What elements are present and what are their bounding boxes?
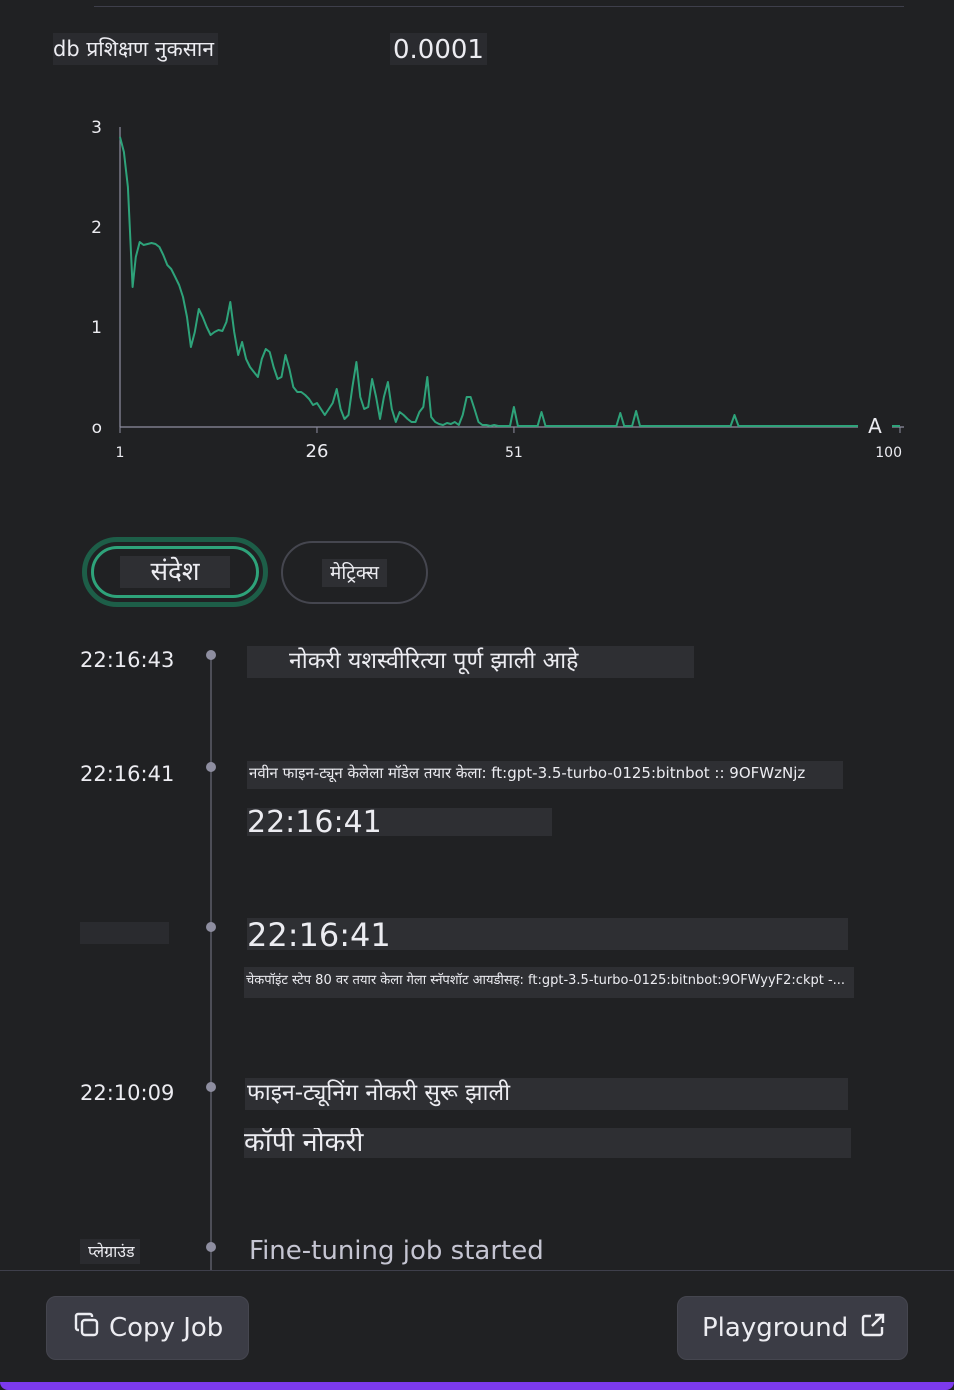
x-tick-label: 100 (875, 445, 902, 461)
tab-messages-label: संदेश (120, 556, 230, 588)
timeline-dot (206, 1082, 216, 1092)
event-message: नवीन फाइन-ट्यून केलेला मॉडेल तयार केला: … (247, 761, 843, 789)
x-tick-label: 26 (306, 441, 329, 462)
copy-job-label: Copy Job (109, 1313, 224, 1343)
event-message: नोकरी यशस्वीरित्या पूर्ण झाली आहे (247, 646, 694, 678)
event-time (80, 922, 169, 944)
event-message: Fine-tuning job started (249, 1236, 544, 1266)
metric-value: 0.0001 (390, 33, 487, 65)
tab-metrics[interactable]: मेट्रिक्स (281, 541, 428, 604)
event-message: फाइन-ट्यूनिंग नोकरी सुरू झाली (245, 1078, 848, 1110)
y-tick-label: 2 (91, 218, 102, 238)
x-tick-label: 51 (505, 445, 523, 461)
event-copy-text: कॉपी नोकरी (244, 1128, 851, 1158)
y-tick-label: 3 (91, 118, 102, 138)
timeline-dot (206, 762, 216, 772)
external-link-icon (860, 1312, 886, 1345)
timeline-dot (206, 650, 216, 660)
event-time: 22:16:41 (80, 762, 175, 786)
copy-job-button[interactable]: Copy Job (46, 1296, 249, 1360)
timeline-line (210, 652, 212, 1272)
timeline-dot (206, 1242, 216, 1252)
timeline-dot (206, 922, 216, 932)
marker-label: A (868, 414, 882, 438)
playground-button[interactable]: Playground (677, 1296, 908, 1360)
top-divider (94, 6, 904, 7)
metric-label: db प्रशिक्षण नुकसान (53, 33, 218, 65)
x-tick-label: 1 (116, 445, 125, 461)
event-time: 22:10:09 (80, 1081, 175, 1105)
event-time: 22:16:43 (80, 648, 175, 672)
event-message: चेकपॉइंट स्टेप 80 वर तयार केला गेला स्नॅ… (244, 967, 854, 998)
y-tick-label: 1 (91, 318, 102, 338)
bottom-accent-bar (0, 1382, 954, 1390)
tab-messages[interactable]: संदेश (82, 537, 268, 607)
event-time: प्लेग्राउंड (80, 1239, 140, 1264)
y-tick-label: o (92, 418, 102, 438)
training-loss-chart: 321o1 26 51 100A (91, 118, 904, 462)
tab-metrics-label: मेट्रिक्स (322, 558, 387, 587)
event-subtime: 22:16:41 (247, 808, 552, 836)
loss-series-line (119, 136, 900, 427)
playground-label: Playground (702, 1313, 849, 1343)
copy-icon (73, 1311, 101, 1346)
event-subtime: 22:16:41 (247, 918, 848, 950)
